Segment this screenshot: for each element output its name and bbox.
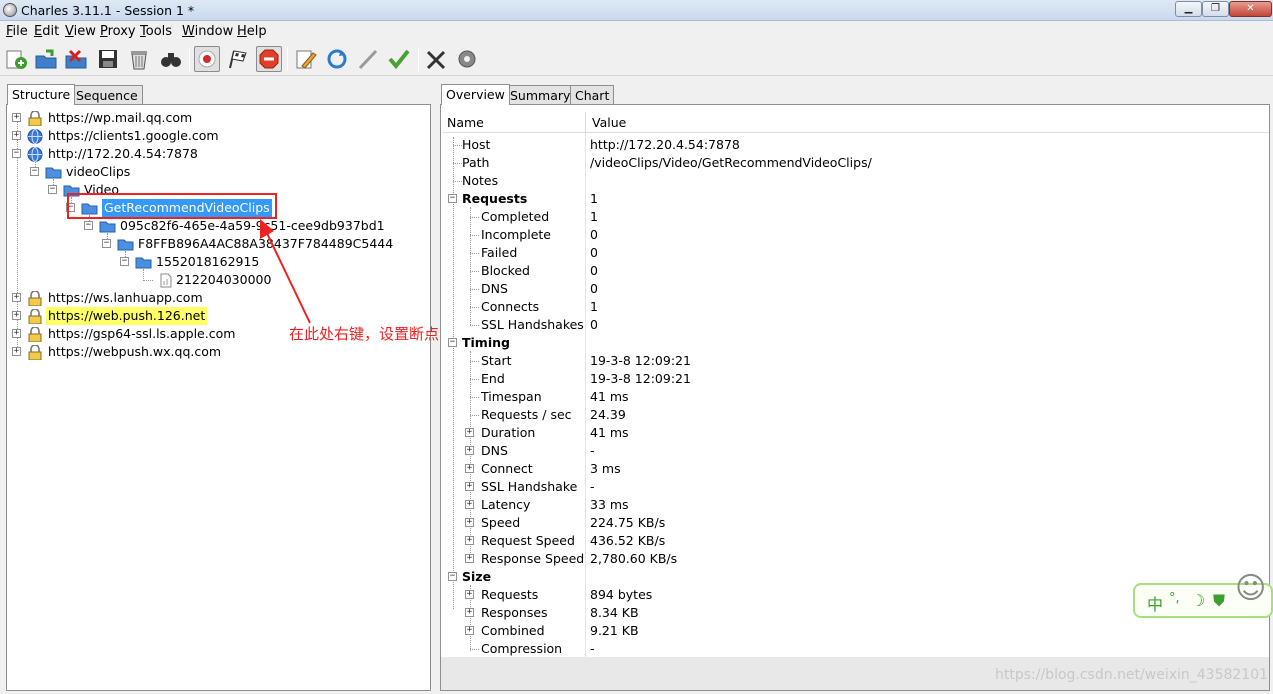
lock-icon: [27, 308, 43, 325]
folder-icon: [45, 165, 62, 179]
lock-icon: [27, 344, 43, 361]
new-session-icon[interactable]: [3, 46, 29, 72]
watermark: https://blog.csdn.net/weixin_43582101: [995, 667, 1269, 683]
expand-icon[interactable]: +: [12, 311, 21, 320]
menu-file[interactable]: File: [6, 24, 28, 39]
throttle-icon[interactable]: [225, 46, 251, 72]
annotation-arrow: [260, 219, 311, 324]
collapse-icon[interactable]: −: [448, 572, 457, 581]
mascot-icon: ☺: [1235, 571, 1267, 606]
collapse-icon[interactable]: −: [120, 257, 129, 266]
app-icon: [3, 3, 17, 17]
maximize-button[interactable]: ❐: [1202, 1, 1229, 17]
expand-icon[interactable]: +: [465, 554, 474, 563]
expand-icon[interactable]: +: [12, 347, 21, 356]
title-bar: Charles 3.11.1 - Session 1 * ▁ ❐ ✕: [0, 0, 1273, 21]
tree-label: https://wp.mail.qq.com: [48, 110, 193, 125]
expand-icon[interactable]: +: [465, 590, 474, 599]
expand-icon[interactable]: +: [465, 626, 474, 635]
collapse-icon[interactable]: −: [102, 239, 111, 248]
expand-icon[interactable]: +: [465, 482, 474, 491]
menu-proxy[interactable]: Proxy: [100, 24, 136, 39]
tree-label: http://172.20.4.54:7878: [48, 146, 198, 161]
tree-label: https://webpush.wx.qq.com: [48, 344, 222, 359]
ime-mode-label[interactable]: 中: [1147, 591, 1163, 615]
validate-icon[interactable]: [355, 46, 381, 72]
shirt-icon[interactable]: ⛊: [1213, 591, 1225, 611]
expand-icon[interactable]: +: [465, 446, 474, 455]
tab-sequence[interactable]: Sequence: [71, 85, 143, 105]
expand-icon[interactable]: +: [12, 113, 21, 122]
toolbar: [0, 42, 1273, 76]
collapse-icon[interactable]: −: [448, 338, 457, 347]
collapse-icon[interactable]: −: [30, 167, 39, 176]
close-button[interactable]: ✕: [1229, 1, 1272, 17]
file-icon: [159, 273, 175, 288]
tree-label: https://clients1.google.com: [48, 128, 219, 143]
collapse-icon[interactable]: −: [12, 149, 21, 158]
clear-session-icon[interactable]: [126, 46, 152, 72]
settings-icon[interactable]: [454, 46, 480, 72]
save-session-icon[interactable]: [95, 46, 121, 72]
tab-overview[interactable]: Overview: [441, 84, 510, 105]
breakpoints-icon[interactable]: [256, 46, 282, 72]
collapse-icon[interactable]: −: [448, 194, 457, 203]
expand-icon[interactable]: +: [465, 428, 474, 437]
record-icon[interactable]: [194, 46, 220, 72]
expand-icon[interactable]: +: [12, 293, 21, 302]
moon-icon[interactable]: ☽: [1191, 591, 1205, 610]
collapse-icon[interactable]: −: [84, 221, 93, 230]
tree-label: https://web.push.126.net: [46, 307, 208, 325]
folder-icon: [99, 219, 116, 233]
annotation-text: 在此处右键，设置断点: [289, 325, 440, 343]
tree-label: 1552018162915: [156, 254, 260, 269]
expand-icon[interactable]: +: [465, 608, 474, 617]
window-title: Charles 3.11.1 - Session 1 *: [21, 3, 195, 18]
menu-bar: File Edit View Proxy Tools Window Help: [0, 22, 1273, 41]
tree-label: https://ws.lanhuapp.com: [48, 290, 203, 305]
overview-header: Name Value: [443, 112, 1269, 133]
expand-icon[interactable]: +: [12, 329, 21, 338]
collapse-icon[interactable]: −: [48, 185, 57, 194]
check-icon[interactable]: [386, 46, 412, 72]
expand-icon[interactable]: +: [465, 464, 474, 473]
punctuation-icon[interactable]: °,: [1169, 591, 1180, 606]
tools-icon[interactable]: [423, 46, 449, 72]
tab-summary[interactable]: Summary: [505, 85, 576, 105]
menu-tools[interactable]: Tools: [140, 24, 172, 39]
expand-icon[interactable]: +: [12, 131, 21, 140]
name-column-header[interactable]: Name: [447, 115, 484, 130]
menu-view[interactable]: View: [65, 24, 96, 39]
folder-icon: [135, 255, 152, 269]
ime-toolbar[interactable]: 中 °, ☽ ⛊ ☺: [1133, 571, 1273, 618]
open-session-icon[interactable]: [33, 46, 59, 72]
menu-edit[interactable]: Edit: [34, 24, 59, 39]
expand-icon[interactable]: +: [465, 500, 474, 509]
repeat-icon[interactable]: [324, 46, 350, 72]
menu-help[interactable]: Help: [237, 24, 267, 39]
tree-label: https://gsp64-ssl.ls.apple.com: [48, 326, 236, 341]
lock-icon: [27, 290, 43, 307]
lock-icon: [27, 326, 43, 343]
globe-icon: [27, 147, 43, 162]
minimize-button[interactable]: ▁: [1175, 1, 1202, 17]
globe-icon: [27, 129, 43, 144]
tree-label: videoClips: [66, 164, 131, 179]
lock-icon: [27, 110, 43, 127]
find-icon[interactable]: [158, 46, 184, 72]
close-session-icon[interactable]: [63, 46, 89, 72]
tab-chart[interactable]: Chart: [570, 85, 615, 105]
expand-icon[interactable]: +: [465, 518, 474, 527]
annotation-box: [67, 193, 277, 219]
edit-icon[interactable]: [293, 46, 319, 72]
expand-icon[interactable]: +: [465, 536, 474, 545]
tab-structure[interactable]: Structure: [7, 84, 76, 105]
menu-window[interactable]: Window: [182, 24, 233, 39]
folder-icon: [117, 237, 134, 251]
value-column-header[interactable]: Value: [592, 115, 626, 130]
